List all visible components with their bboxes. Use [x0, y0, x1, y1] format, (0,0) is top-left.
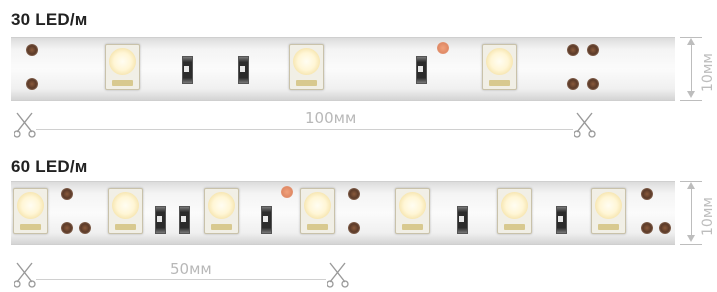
resistor — [179, 206, 190, 234]
strip-60-width-label: 10мм — [700, 197, 716, 236]
led-chip — [13, 188, 48, 234]
led-chip — [497, 188, 532, 234]
solder-pad — [61, 188, 73, 200]
arrow-up-icon — [687, 182, 695, 189]
solder-pad — [348, 188, 360, 200]
strip-60-length-label: 50мм — [170, 260, 212, 278]
scissors-icon — [14, 262, 36, 288]
led-chip — [108, 188, 143, 234]
resistor — [416, 56, 427, 84]
led-chip — [289, 44, 324, 90]
arrow-up-icon — [687, 38, 695, 45]
scissors-icon — [327, 262, 349, 288]
strip-30-width-label: 10мм — [700, 53, 716, 92]
arrow-down-icon — [687, 91, 695, 98]
solder-pad — [567, 44, 579, 56]
scissors-icon — [14, 112, 36, 138]
strip-30-title: 30 LED/м — [11, 10, 88, 29]
solder-pad — [587, 44, 599, 56]
solder-pad — [437, 42, 449, 54]
solder-pad — [641, 188, 653, 200]
led-chip — [591, 188, 626, 234]
solder-pad — [348, 222, 360, 234]
strip-60-title: 60 LED/м — [11, 157, 88, 176]
resistor — [261, 206, 272, 234]
resistor — [238, 56, 249, 84]
solder-pad — [587, 78, 599, 90]
led-strip-30 — [11, 37, 675, 101]
resistor — [155, 206, 166, 234]
led-strip-60 — [11, 181, 675, 245]
width-dimension-line — [691, 43, 692, 93]
solder-pad — [281, 186, 293, 198]
led-chip — [300, 188, 335, 234]
led-chip — [105, 44, 140, 90]
length-dimension-line — [36, 279, 326, 280]
scissors-icon — [574, 112, 596, 138]
resistor — [556, 206, 567, 234]
solder-pad — [26, 44, 38, 56]
led-chip — [395, 188, 430, 234]
led-chip — [204, 188, 239, 234]
led-chip — [482, 44, 517, 90]
length-dimension-line — [36, 129, 573, 130]
solder-pad — [659, 222, 671, 234]
solder-pad — [79, 222, 91, 234]
resistor — [457, 206, 468, 234]
solder-pad — [26, 78, 38, 90]
solder-pad — [641, 222, 653, 234]
width-dimension-line — [691, 187, 692, 237]
strip-30-length-label: 100мм — [305, 109, 357, 127]
solder-pad — [567, 78, 579, 90]
arrow-down-icon — [687, 235, 695, 242]
resistor — [182, 56, 193, 84]
solder-pad — [61, 222, 73, 234]
